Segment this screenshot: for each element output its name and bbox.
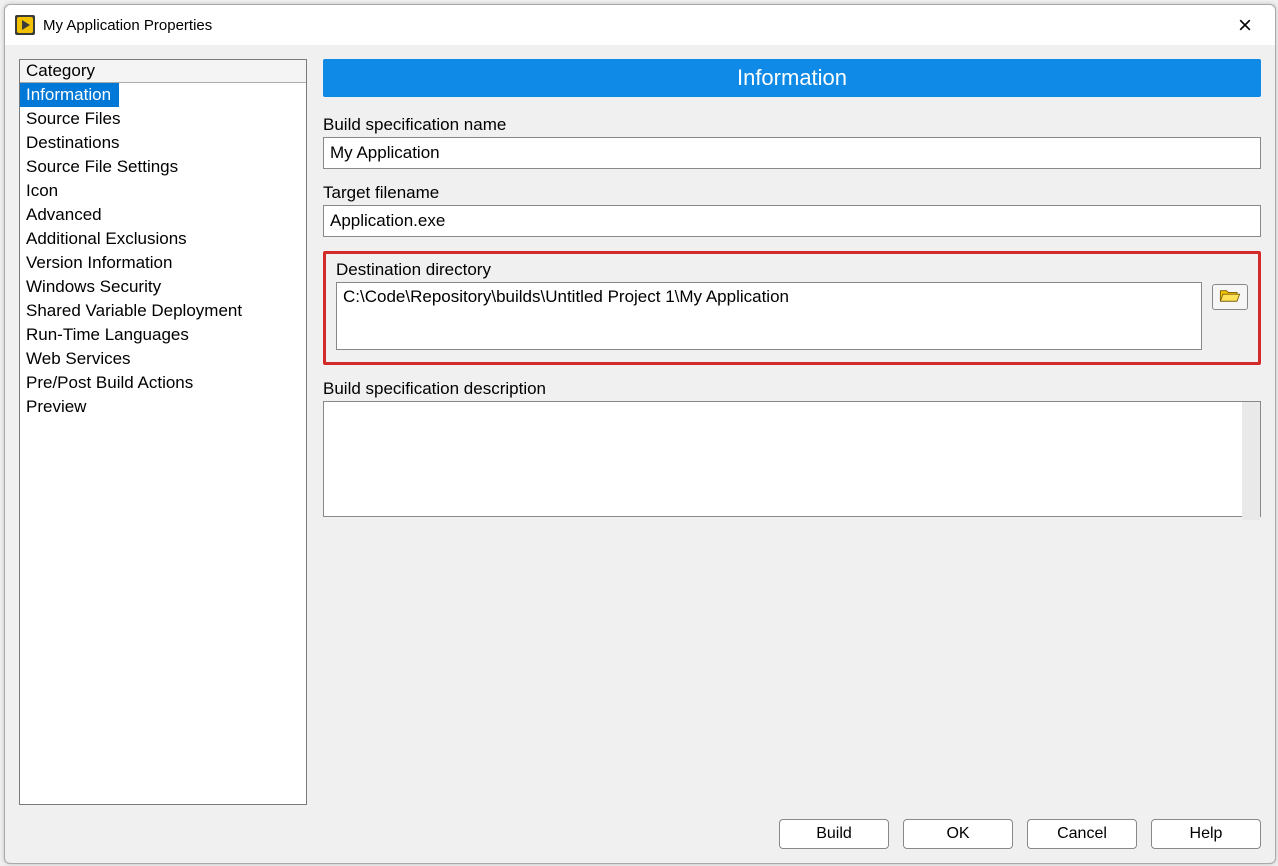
category-list[interactable]: InformationSource FilesDestinationsSourc… [20,83,306,804]
app-icon [15,15,35,35]
dialog-body: Category InformationSource FilesDestinat… [5,45,1275,819]
form-area: Build specification name Target filename… [323,97,1261,805]
category-item-windows-security[interactable]: Windows Security [20,275,306,299]
field-build-spec-name: Build specification name [323,115,1261,169]
window-title: My Application Properties [43,17,1225,34]
field-build-spec-description: Build specification description [323,379,1261,521]
category-item-information[interactable]: Information [20,83,119,107]
scrollbar[interactable] [1242,402,1260,520]
ok-button[interactable]: OK [903,819,1013,849]
dialog-footer: Build OK Cancel Help [5,819,1275,863]
category-item-advanced[interactable]: Advanced [20,203,306,227]
build-spec-description-label: Build specification description [323,379,1261,399]
close-button[interactable] [1225,9,1265,41]
build-button[interactable]: Build [779,819,889,849]
build-spec-name-label: Build specification name [323,115,1261,135]
category-item-source-file-settings[interactable]: Source File Settings [20,155,306,179]
destination-directory-label: Destination directory [336,260,1248,280]
titlebar: My Application Properties [5,5,1275,45]
build-spec-description-input[interactable] [323,401,1261,517]
category-panel: Category InformationSource FilesDestinat… [19,59,307,805]
target-filename-label: Target filename [323,183,1261,203]
destination-directory-highlight: Destination directory [323,251,1261,365]
help-button[interactable]: Help [1151,819,1261,849]
browse-button[interactable] [1212,284,1248,310]
category-item-version-information[interactable]: Version Information [20,251,306,275]
category-item-icon[interactable]: Icon [20,179,306,203]
folder-open-icon [1219,288,1241,306]
category-item-run-time-languages[interactable]: Run-Time Languages [20,323,306,347]
build-spec-name-input[interactable] [323,137,1261,169]
category-item-preview[interactable]: Preview [20,395,306,419]
category-item-destinations[interactable]: Destinations [20,131,306,155]
category-item-additional-exclusions[interactable]: Additional Exclusions [20,227,306,251]
main-panel: Information Build specification name Tar… [323,59,1261,805]
category-item-shared-variable-deployment[interactable]: Shared Variable Deployment [20,299,306,323]
field-target-filename: Target filename [323,183,1261,237]
category-item-source-files[interactable]: Source Files [20,107,306,131]
category-item-web-services[interactable]: Web Services [20,347,306,371]
destination-directory-input[interactable] [336,282,1202,350]
properties-dialog: My Application Properties Category Infor… [4,4,1276,864]
cancel-button[interactable]: Cancel [1027,819,1137,849]
category-header: Category [20,60,306,83]
page-banner: Information [323,59,1261,97]
target-filename-input[interactable] [323,205,1261,237]
category-item-pre-post-build-actions[interactable]: Pre/Post Build Actions [20,371,306,395]
